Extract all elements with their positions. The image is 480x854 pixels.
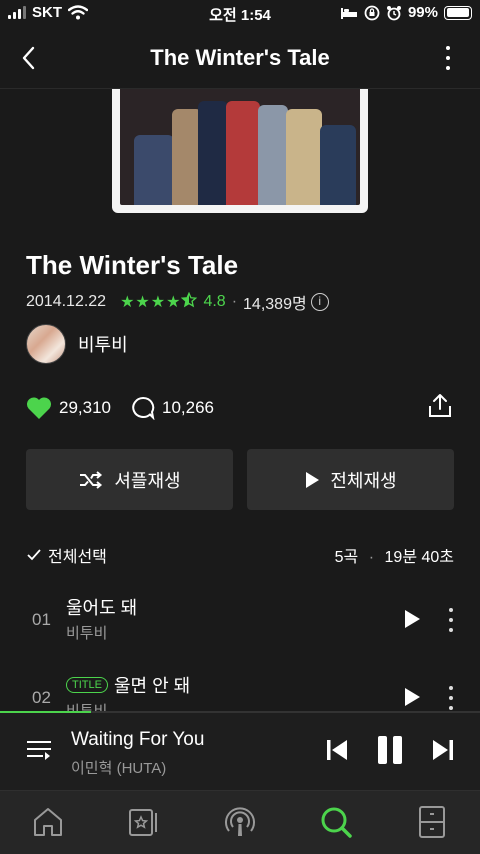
next-icon[interactable] [432,739,454,761]
rating-stars: ★ ★ ★ ★ [120,292,198,312]
heart-icon [26,397,52,419]
play-icon[interactable] [402,608,422,630]
more-icon[interactable] [448,686,454,710]
comment-button[interactable]: 10,266 [131,396,214,420]
shuffle-button[interactable]: 셔플재생 [26,449,233,510]
share-icon[interactable] [426,392,454,420]
star-icon: ★ [135,294,150,311]
album-title: The Winter's Tale [26,250,239,280]
back-icon[interactable] [16,44,44,72]
more-icon[interactable] [434,44,462,72]
more-icon[interactable] [448,608,454,632]
track-row[interactable]: 01 울어도 돼 비투비 [26,590,454,650]
rotation-lock-icon [364,5,380,20]
album-cover [112,89,368,213]
album-meta: 2014.12.22 ★ ★ ★ ★ 4.8 · 14,389명 i [26,290,329,314]
now-playing-title: Waiting For You [71,729,205,750]
track-count: 5곡 [334,549,359,566]
battery-icon [444,5,472,20]
star-icon: ★ [150,294,166,311]
comment-count: 10,266 [162,398,214,417]
select-all-label: 전체선택 [48,549,107,566]
artist-name: 비투비 [78,335,128,355]
track-number: 02 [32,688,51,707]
track-title: TITLE 울면 안 돼 [66,672,190,698]
mini-player[interactable]: Waiting For You 이민혁 (HUTA) [0,713,480,790]
playlist-icon[interactable] [26,739,52,763]
library-icon[interactable] [127,805,161,839]
track-title-text: 울어도 돼 [66,598,138,618]
info-icon[interactable]: i [310,293,329,311]
list-header: 전체선택 5곡 · 19분 40초 [26,543,454,567]
play-all-label: 전체재생 [330,470,397,491]
like-count: 29,310 [59,398,111,417]
like-button[interactable]: 29,310 [26,396,111,420]
play-all-button[interactable]: 전체재생 [247,449,454,510]
artist-link[interactable]: 비투비 [26,324,128,364]
comment-icon [132,396,155,420]
track-title-text: 울면 안 돼 [113,676,191,696]
select-all-button[interactable]: 전체선택 [26,543,107,567]
search-icon[interactable] [319,805,353,839]
star-icon: ★ [166,294,181,311]
play-icon [306,471,320,488]
release-date: 2014.12.22 [26,293,107,310]
previous-icon[interactable] [326,739,348,761]
stats-row: 29,310 10,266 [26,394,454,420]
half-star-icon [181,292,198,308]
check-icon [27,549,41,561]
now-playing-artist: 이민혁 (HUTA) [71,760,167,777]
page-title: The Winter's Tale [150,45,330,70]
play-icon[interactable] [402,686,422,708]
battery-level [446,8,470,17]
artist-avatar [26,324,66,364]
track-artist: 비투비 [66,625,108,642]
storage-icon[interactable] [415,805,449,839]
star-icon: ★ [120,294,135,311]
home-icon[interactable] [31,805,65,839]
tab-bar [0,790,480,854]
rating-value: 4.8 [203,293,226,310]
track-number: 01 [32,610,51,629]
play-buttons: 셔플재생 전체재생 [26,449,454,510]
bed-icon [340,7,357,19]
track-title: 울어도 돼 [66,594,137,620]
status-right: 99% [340,4,472,21]
album-cover-image [120,89,360,205]
total-duration: 19분 40초 [384,549,454,566]
podcast-icon[interactable] [223,805,257,839]
alarm-icon [386,5,401,20]
shuffle-icon [80,470,103,489]
track-summary: 5곡 · 19분 40초 [334,549,454,566]
title-badge: TITLE [66,677,108,693]
nav-bar: The Winter's Tale [0,36,480,80]
pause-icon[interactable] [378,736,402,764]
rating-count: 14,389명 [243,296,307,313]
shuffle-label: 셔플재생 [114,470,181,491]
status-bar: SKT 오전 1:54 99% [0,0,480,28]
battery-percent: 99% [407,4,438,21]
